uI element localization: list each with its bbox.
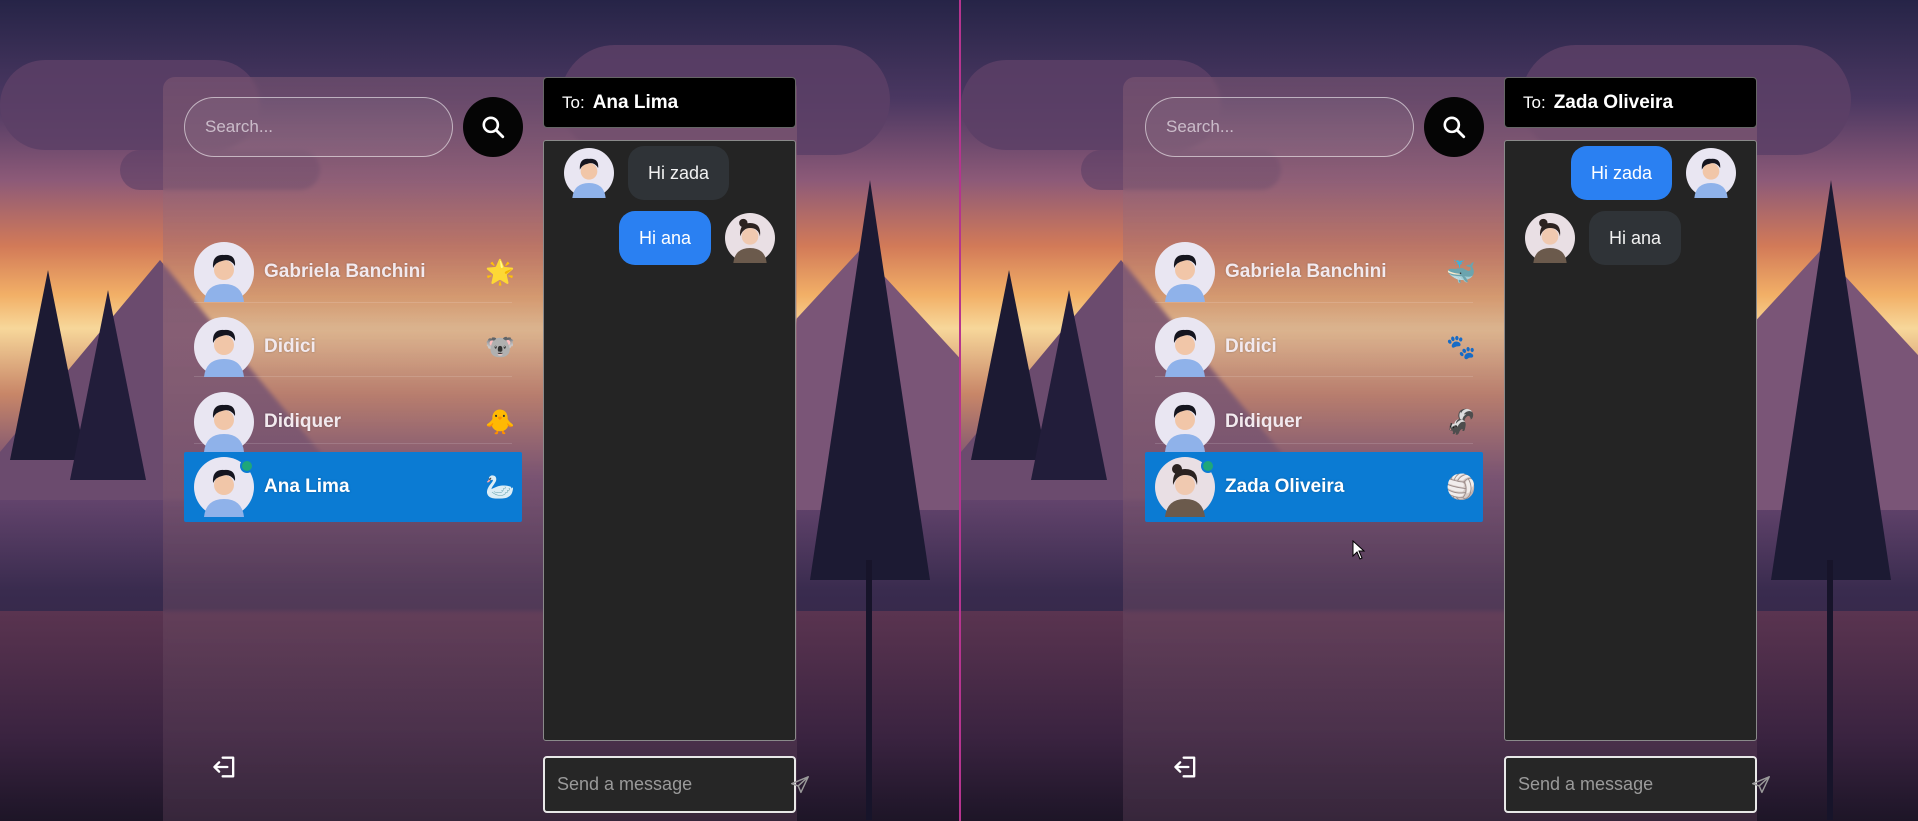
recipient-label: To:: [1523, 92, 1546, 112]
contact-item[interactable]: Didiquer 🦨: [1145, 387, 1483, 457]
message-input[interactable]: [1518, 774, 1750, 795]
contact-name: Didici: [264, 336, 316, 357]
message-composer: [543, 756, 809, 813]
message-list[interactable]: Hi zada Hi ana: [1504, 140, 1757, 741]
search-button[interactable]: [1424, 97, 1484, 157]
contact-emoji: 🏐: [1446, 473, 1476, 501]
recipient-bar: To: Ana Lima: [543, 77, 796, 128]
contact-item[interactable]: Gabriela Banchini 🌟: [184, 237, 522, 307]
avatar: [1155, 317, 1215, 377]
send-icon: [1752, 775, 1770, 793]
send-icon: [791, 775, 809, 793]
message-bubble: Hi zada: [1570, 146, 1672, 200]
contact-name: Gabriela Banchini: [1225, 261, 1387, 282]
message-avatar: [564, 148, 614, 198]
recipient-name: Zada Oliveira: [1553, 91, 1674, 113]
search-input[interactable]: [1145, 97, 1414, 157]
message-bubble: Hi ana: [618, 211, 711, 265]
avatar: [194, 317, 254, 377]
online-status-dot: [1201, 459, 1215, 473]
contact-item[interactable]: Zada Oliveira 🏐: [1145, 452, 1483, 522]
recipient-name: Ana Lima: [592, 91, 679, 113]
logout-icon: [1174, 756, 1196, 778]
avatar: [194, 457, 254, 517]
avatar: [1155, 392, 1215, 452]
message-avatar: [725, 213, 775, 263]
contact-name: Didiquer: [264, 411, 342, 432]
contact-emoji: 🐾: [1446, 333, 1476, 361]
contact-name: Didiquer: [1225, 411, 1303, 432]
contact-name: Gabriela Banchini: [264, 261, 426, 282]
message-input[interactable]: [557, 774, 789, 795]
logout-button[interactable]: [210, 752, 240, 782]
message-composer: [1504, 756, 1770, 813]
message-list[interactable]: Hi zada Hi ana: [543, 140, 796, 741]
contact-emoji: 🐳: [1446, 258, 1476, 286]
avatar: [1155, 242, 1215, 302]
recipient-label: To:: [562, 92, 585, 112]
send-button[interactable]: [789, 765, 811, 805]
contact-emoji: 🦢: [485, 473, 515, 501]
contact-item[interactable]: Gabriela Banchini 🐳: [1145, 237, 1483, 307]
online-status-dot: [240, 459, 254, 473]
contact-item[interactable]: Didiquer 🐥: [184, 387, 522, 457]
logout-icon: [213, 756, 235, 778]
search-input[interactable]: [184, 97, 453, 157]
message-bubble: Hi zada: [628, 146, 730, 200]
contact-emoji: 🐨: [485, 333, 515, 361]
mouse-cursor-icon: [1352, 540, 1366, 560]
contact-item[interactable]: Ana Lima 🦢: [184, 452, 522, 522]
chat-message: Hi zada: [564, 146, 730, 200]
contact-emoji: 🦨: [1446, 408, 1476, 436]
search-button[interactable]: [463, 97, 523, 157]
message-bubble: Hi ana: [1589, 211, 1682, 265]
contact-name: Zada Oliveira: [1225, 476, 1345, 497]
contact-name: Didici: [1225, 336, 1277, 357]
contact-item[interactable]: Didici 🐾: [1145, 312, 1483, 382]
contact-item[interactable]: Didici 🐨: [184, 312, 522, 382]
send-button[interactable]: [1750, 765, 1772, 805]
message-avatar: [1686, 148, 1736, 198]
avatar: [1155, 457, 1215, 517]
message-avatar: [1525, 213, 1575, 263]
contact-emoji: 🌟: [485, 258, 515, 286]
chat-message: Hi zada: [1570, 146, 1736, 200]
chat-message: Hi ana: [618, 211, 775, 265]
chat-message: Hi ana: [1525, 211, 1682, 265]
avatar: [194, 242, 254, 302]
recipient-bar: To: Zada Oliveira: [1504, 77, 1757, 128]
logout-button[interactable]: [1171, 752, 1201, 782]
search-icon: [482, 116, 505, 139]
contact-name: Ana Lima: [264, 476, 350, 497]
avatar: [194, 392, 254, 452]
search-icon: [1443, 116, 1466, 139]
contact-emoji: 🐥: [485, 408, 515, 436]
